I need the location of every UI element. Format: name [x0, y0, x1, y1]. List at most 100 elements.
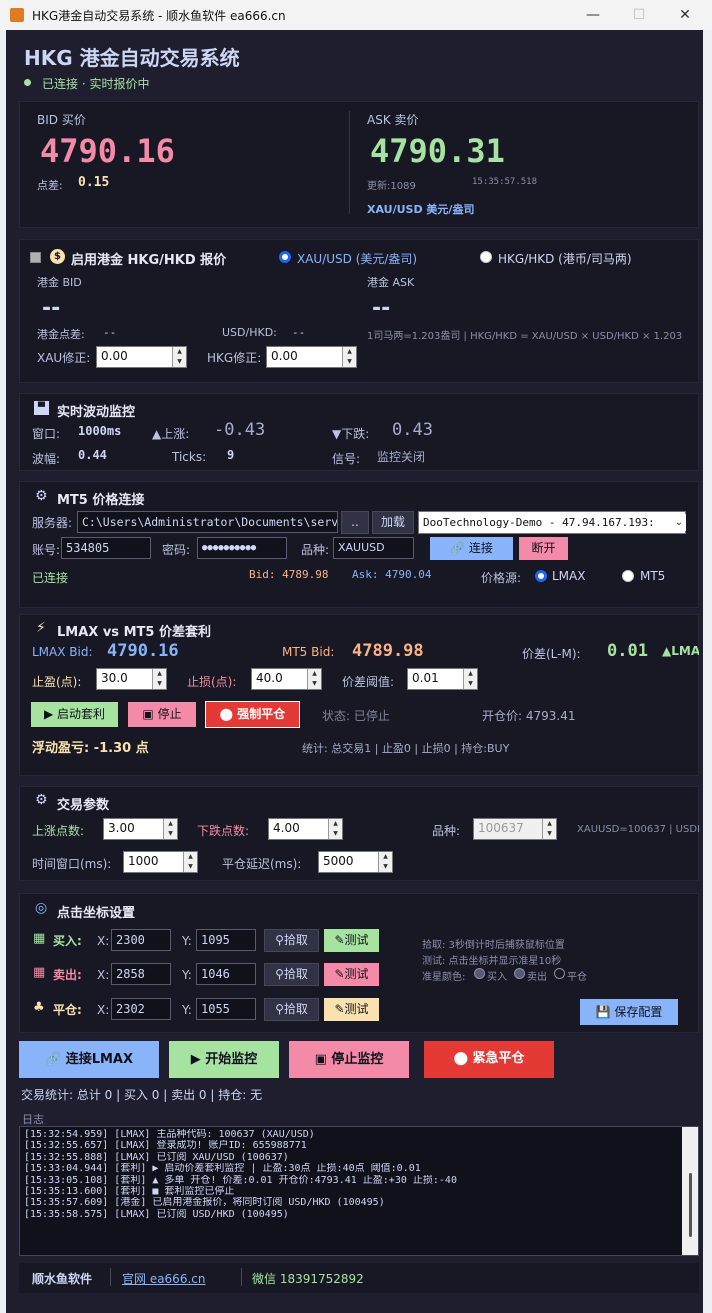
param-down-label: 下跌点数:	[197, 824, 250, 838]
buy-x-input[interactable]: 2300	[111, 929, 171, 951]
ask-label: ASK 卖价	[367, 113, 419, 127]
server-select[interactable]: DooTechnology-Demo - 47.94.167.193:	[418, 511, 686, 534]
force-close-label: 强制平仓	[237, 707, 286, 721]
spread-label: 点差:	[37, 179, 63, 192]
xau-adj-input[interactable]: 0.00 ▲ ▼	[96, 346, 187, 368]
threshold-input[interactable]: 0.01 ▲ ▼	[407, 668, 478, 690]
sell-test-button[interactable]: ✎测试	[324, 963, 379, 986]
radio-xauusd[interactable]	[279, 251, 291, 263]
ask-price: 4790.31	[370, 132, 505, 170]
down-value: 0.43	[392, 420, 433, 440]
xau-adj-spinner[interactable]: ▲ ▼	[172, 347, 186, 367]
param-up-spinner[interactable]: ▲ ▼	[163, 819, 177, 839]
param-symbol-spinner[interactable]: ▲ ▼	[542, 819, 556, 839]
enable-hkg-label: 启用港金 HKG/HKD 报价	[71, 253, 227, 268]
log-area[interactable]: [15:32:54.959] [LMAX] 主品种代码: 100637 (XAU…	[19, 1126, 699, 1256]
save-config-button[interactable]: 💾 保存配置	[580, 999, 678, 1025]
param-symbol-note: XAUUSD=100637 | USDH	[577, 824, 699, 835]
footer-site-link[interactable]: 官网 ea666.cn	[122, 1270, 205, 1287]
coords-help-2: 测试: 点击坐标并显示准星10秒	[422, 956, 562, 967]
browse-button[interactable]: ..	[341, 511, 369, 534]
alert-icon: ⬤	[453, 1051, 468, 1066]
radio-hkghkd-label: HKG/HKD (港币/司马两)	[498, 252, 632, 266]
down-label: ▼下跌:	[332, 427, 370, 441]
sell-y-input[interactable]: 1046	[196, 963, 256, 985]
close-test-button[interactable]: ✎测试	[324, 998, 379, 1021]
server-path-input[interactable]: C:\Users\Administrator\Documents\serv	[77, 511, 338, 533]
color-sell-radio[interactable]	[514, 968, 525, 979]
save-icon: 💾	[595, 1005, 611, 1019]
sell-y-label: Y:	[182, 968, 192, 982]
param-down-input[interactable]: 4.00 ▲ ▼	[268, 818, 343, 840]
stop-arb-button[interactable]: ▣ 停止	[128, 702, 196, 727]
threshold-label: 价差阈值:	[342, 675, 395, 689]
sell-x-input[interactable]: 2858	[111, 963, 171, 985]
color-buy-radio[interactable]	[474, 968, 485, 979]
bid-price: 4790.16	[40, 132, 175, 170]
close-pick-button[interactable]: ⚲拾取	[264, 998, 319, 1021]
radio-source-lmax[interactable]	[535, 570, 547, 582]
symbol-input[interactable]: XAUUSD	[333, 537, 414, 559]
up-value: -0.43	[214, 420, 266, 440]
color-sell-label: 卖出	[527, 972, 547, 983]
close-pos-label: 平仓:	[53, 1003, 82, 1017]
tp-spinner[interactable]: ▲ ▼	[152, 669, 166, 689]
maximize-button[interactable]: ☐	[616, 0, 662, 30]
stop-monitor-button[interactable]: ▣ 停止监控	[289, 1041, 409, 1078]
amp-value: 0.44	[78, 448, 107, 462]
pin-icon: ⚲	[275, 1002, 284, 1016]
sell-pick-button[interactable]: ⚲拾取	[264, 963, 319, 986]
minimize-button[interactable]: —	[570, 0, 616, 30]
param-delay-input[interactable]: 5000 ▲ ▼	[318, 851, 393, 873]
chevron-down-icon[interactable]: ⌄	[672, 514, 686, 531]
window-title: HKG港金自动交易系统 - 顺水鱼软件 ea666.cn	[32, 9, 286, 23]
diff-label: 价差(L-M):	[522, 647, 581, 661]
param-window-input[interactable]: 1000 ▲ ▼	[123, 851, 198, 873]
param-window-spinner[interactable]: ▲ ▼	[183, 852, 197, 872]
password-input[interactable]: ●●●●●●●●●●	[197, 537, 287, 559]
param-up-value: 3.00	[108, 821, 135, 835]
hkg-ask-value: --	[372, 296, 391, 321]
sell-icon: ▦	[33, 965, 46, 980]
account-input[interactable]: 534805	[61, 537, 151, 559]
param-symbol-input[interactable]: 100637 ▲ ▼	[473, 818, 557, 840]
enable-hkg-checkbox[interactable]	[30, 252, 41, 263]
ticks-label: Ticks:	[172, 450, 207, 464]
buy-test-button[interactable]: ✎测试	[324, 929, 379, 952]
force-close-button[interactable]: ⬤ 强制平仓	[205, 701, 300, 728]
window-titlebar: HKG港金自动交易系统 - 顺水鱼软件 ea666.cn — ☐ ✕	[0, 0, 712, 30]
sl-input[interactable]: 40.0 ▲ ▼	[251, 668, 322, 690]
start-arb-button[interactable]: ▶ 启动套利	[31, 702, 118, 727]
sl-spinner[interactable]: ▲ ▼	[307, 669, 321, 689]
log-scroll-thumb[interactable]	[689, 1173, 692, 1237]
close-x-input[interactable]: 2302	[111, 998, 171, 1020]
connect-lmax-button[interactable]: 🔗 连接LMAX	[19, 1041, 159, 1078]
log-line: [15:35:57.609] [港金] 已启用港金报价，将同时订阅 USD/HK…	[24, 1197, 385, 1209]
start-monitor-button[interactable]: ▶ 开始监控	[169, 1041, 279, 1078]
symbol-label: 品种:	[301, 543, 330, 557]
param-up-input[interactable]: 3.00 ▲ ▼	[103, 818, 178, 840]
param-down-spinner[interactable]: ▲ ▼	[328, 819, 342, 839]
buy-y-input[interactable]: 1095	[196, 929, 256, 951]
close-button[interactable]: ✕	[662, 0, 708, 30]
hkg-adj-spinner[interactable]: ▲ ▼	[342, 347, 356, 367]
mt5-connect-label: 连接	[468, 541, 493, 555]
hkg-adj-input[interactable]: 0.00 ▲ ▼	[266, 346, 357, 368]
load-button[interactable]: 加载	[372, 511, 414, 534]
emergency-close-button[interactable]: ⬤ 紧急平仓	[424, 1041, 554, 1078]
mt5-connect-button[interactable]: 🔗 连接	[430, 537, 513, 560]
threshold-spinner[interactable]: ▲ ▼	[463, 669, 477, 689]
param-delay-spinner[interactable]: ▲ ▼	[378, 852, 392, 872]
radio-source-lmax-label: LMAX	[552, 569, 586, 583]
lmax-bid-value: 4790.16	[107, 641, 179, 661]
stop-icon: ▣	[142, 707, 154, 721]
tp-input[interactable]: 30.0 ▲ ▼	[96, 668, 167, 690]
quote-symbol: XAU/USD 美元/盎司	[367, 203, 475, 216]
radio-hkghkd[interactable]	[480, 251, 492, 263]
coords-help-1: 拾取: 3秒倒计时后捕获鼠标位置	[422, 940, 565, 951]
buy-pick-button[interactable]: ⚲拾取	[264, 929, 319, 952]
radio-source-mt5[interactable]	[622, 570, 634, 582]
mt5-disconnect-button[interactable]: 断开	[519, 537, 568, 560]
close-y-input[interactable]: 1055	[196, 998, 256, 1020]
color-close-radio[interactable]	[554, 968, 565, 979]
